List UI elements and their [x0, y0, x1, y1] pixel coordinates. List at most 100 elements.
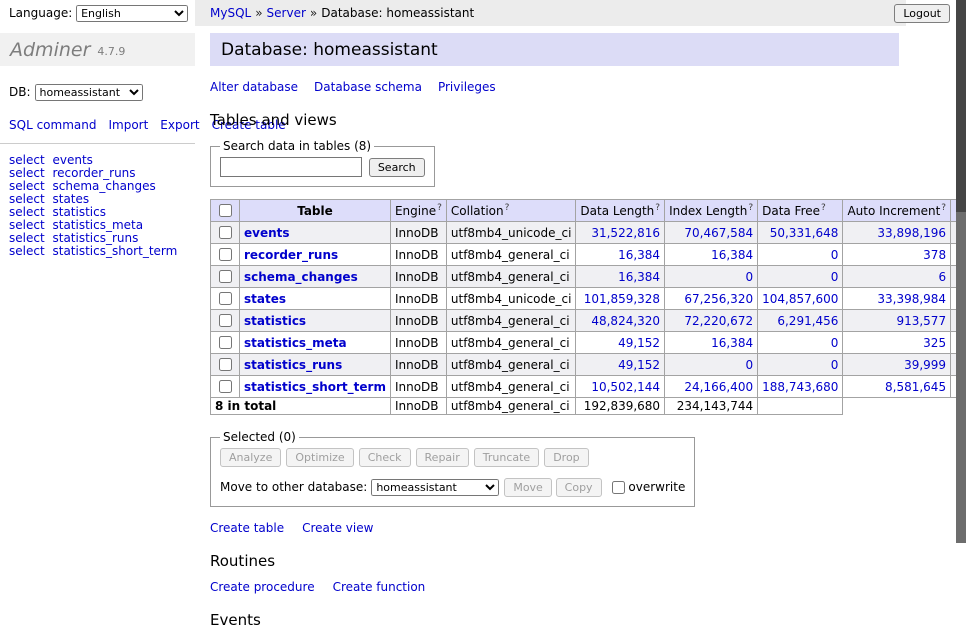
row-checkbox[interactable] — [219, 314, 232, 327]
index-length-value[interactable]: 72,220,672 — [684, 314, 753, 328]
move-row: Move to other database: homeassistant Mo… — [220, 478, 685, 497]
scrollbar[interactable] — [956, 0, 966, 543]
row-checkbox[interactable] — [219, 292, 232, 305]
sidebar-link-sql-command[interactable]: SQL command — [9, 118, 96, 132]
table-link[interactable]: schema_changes — [244, 270, 358, 284]
privileges-link[interactable]: Privileges — [438, 80, 496, 94]
index-length-value[interactable]: 16,384 — [711, 336, 753, 350]
search-input[interactable] — [220, 157, 362, 177]
data-free-value[interactable]: 6,291,456 — [777, 314, 838, 328]
table-name-link[interactable]: recorder_runs — [52, 166, 135, 180]
breadcrumb-item[interactable]: MySQL — [210, 6, 251, 20]
auto-increment-value[interactable]: 39,999 — [904, 358, 946, 372]
help-marker[interactable]: ? — [941, 203, 946, 213]
row-checkbox[interactable] — [219, 358, 232, 371]
data-length-value[interactable]: 49,152 — [618, 336, 660, 350]
index-length-value[interactable]: 24,166,400 — [684, 380, 753, 394]
alter-database-link[interactable]: Alter database — [210, 80, 298, 94]
scrollbar-thumb[interactable] — [956, 0, 966, 212]
select-link[interactable]: select — [9, 218, 45, 232]
table-name-link[interactable]: statistics — [52, 205, 106, 219]
index-length-value[interactable]: 16,384 — [711, 248, 753, 262]
table-name-link[interactable]: schema_changes — [52, 179, 155, 193]
data-length-value[interactable]: 10,502,144 — [591, 380, 660, 394]
data-length-value[interactable]: 49,152 — [618, 358, 660, 372]
table-link[interactable]: statistics — [244, 314, 306, 328]
breadcrumb-item[interactable]: Server — [267, 6, 306, 20]
table-link[interactable]: recorder_runs — [244, 248, 338, 262]
language-select[interactable]: English — [76, 5, 188, 22]
index-length-value[interactable]: 0 — [745, 358, 753, 372]
row-checkbox[interactable] — [219, 336, 232, 349]
create-view-link[interactable]: Create view — [302, 521, 373, 535]
row-checkbox[interactable] — [219, 380, 232, 393]
sidebar-link-export[interactable]: Export — [160, 118, 199, 132]
row-checkbox[interactable] — [219, 248, 232, 261]
help-marker[interactable]: ? — [655, 203, 660, 213]
db-select[interactable]: homeassistant — [35, 84, 143, 101]
auto-increment-value[interactable]: 8,581,645 — [885, 380, 946, 394]
table-name-link[interactable]: statistics_short_term — [52, 244, 177, 258]
overwrite-checkbox[interactable] — [612, 481, 625, 494]
create-procedure-link[interactable]: Create procedure — [210, 580, 315, 594]
help-marker[interactable]: ? — [821, 203, 826, 213]
language-control: Language: English — [0, 0, 197, 27]
table-link[interactable]: events — [244, 226, 290, 240]
data-length-value[interactable]: 16,384 — [618, 270, 660, 284]
logout-button[interactable]: Logout — [894, 4, 950, 23]
total-data-free — [758, 398, 843, 415]
move-db-select[interactable]: homeassistant — [371, 479, 499, 496]
data-length-value[interactable]: 101,859,328 — [584, 292, 660, 306]
table-name-link[interactable]: events — [52, 153, 92, 167]
data-free-value[interactable]: 0 — [831, 248, 839, 262]
data-free-value[interactable]: 188,743,680 — [762, 380, 838, 394]
table-name-link[interactable]: statistics_meta — [52, 218, 143, 232]
auto-increment-value[interactable]: 378 — [923, 248, 946, 262]
sidebar-link-import[interactable]: Import — [108, 118, 148, 132]
table-link[interactable]: statistics_short_term — [244, 380, 386, 394]
col-header-data-free: Data Free? — [758, 200, 843, 222]
index-length-value[interactable]: 0 — [745, 270, 753, 284]
auto-increment-value[interactable]: 33,898,196 — [877, 226, 946, 240]
name-cell: statistics_short_term — [240, 376, 391, 398]
table-link[interactable]: statistics_meta — [244, 336, 347, 350]
data-free-value[interactable]: 0 — [831, 336, 839, 350]
auto-increment-value[interactable]: 6 — [938, 270, 946, 284]
auto-increment-value[interactable]: 33,398,984 — [877, 292, 946, 306]
search-button[interactable]: Search — [369, 158, 425, 177]
data-length-value[interactable]: 16,384 — [618, 248, 660, 262]
data-free-value[interactable]: 50,331,648 — [770, 226, 839, 240]
help-marker[interactable]: ? — [505, 203, 510, 213]
data-free-value[interactable]: 104,857,600 — [762, 292, 838, 306]
help-marker[interactable]: ? — [437, 203, 442, 213]
auto-increment-value[interactable]: 325 — [923, 336, 946, 350]
select-link[interactable]: select — [9, 205, 45, 219]
select-link[interactable]: select — [9, 192, 45, 206]
row-checkbox[interactable] — [219, 226, 232, 239]
data-free-value[interactable]: 0 — [831, 270, 839, 284]
create-table-link[interactable]: Create table — [210, 521, 284, 535]
select-all-checkbox[interactable] — [219, 204, 232, 217]
page-title: Database: homeassistant — [210, 33, 899, 66]
table-link[interactable]: statistics_runs — [244, 358, 342, 372]
select-link[interactable]: select — [9, 166, 45, 180]
row-checkbox[interactable] — [219, 270, 232, 283]
select-link[interactable]: select — [9, 153, 45, 167]
table-name-link[interactable]: statistics_runs — [52, 231, 138, 245]
select-link[interactable]: select — [9, 231, 45, 245]
data-length-value[interactable]: 48,824,320 — [591, 314, 660, 328]
data-free-value[interactable]: 0 — [831, 358, 839, 372]
select-link[interactable]: select — [9, 244, 45, 258]
create-function-link[interactable]: Create function — [333, 580, 426, 594]
engine-cell: InnoDB — [390, 288, 446, 310]
table-link[interactable]: states — [244, 292, 286, 306]
data_length-cell: 16,384 — [576, 244, 665, 266]
auto-increment-value[interactable]: 913,577 — [896, 314, 946, 328]
index-length-value[interactable]: 70,467,584 — [684, 226, 753, 240]
data-length-value[interactable]: 31,522,816 — [591, 226, 660, 240]
table-name-link[interactable]: states — [52, 192, 89, 206]
database-schema-link[interactable]: Database schema — [314, 80, 422, 94]
help-marker[interactable]: ? — [748, 203, 753, 213]
index-length-value[interactable]: 67,256,320 — [684, 292, 753, 306]
select-link[interactable]: select — [9, 179, 45, 193]
